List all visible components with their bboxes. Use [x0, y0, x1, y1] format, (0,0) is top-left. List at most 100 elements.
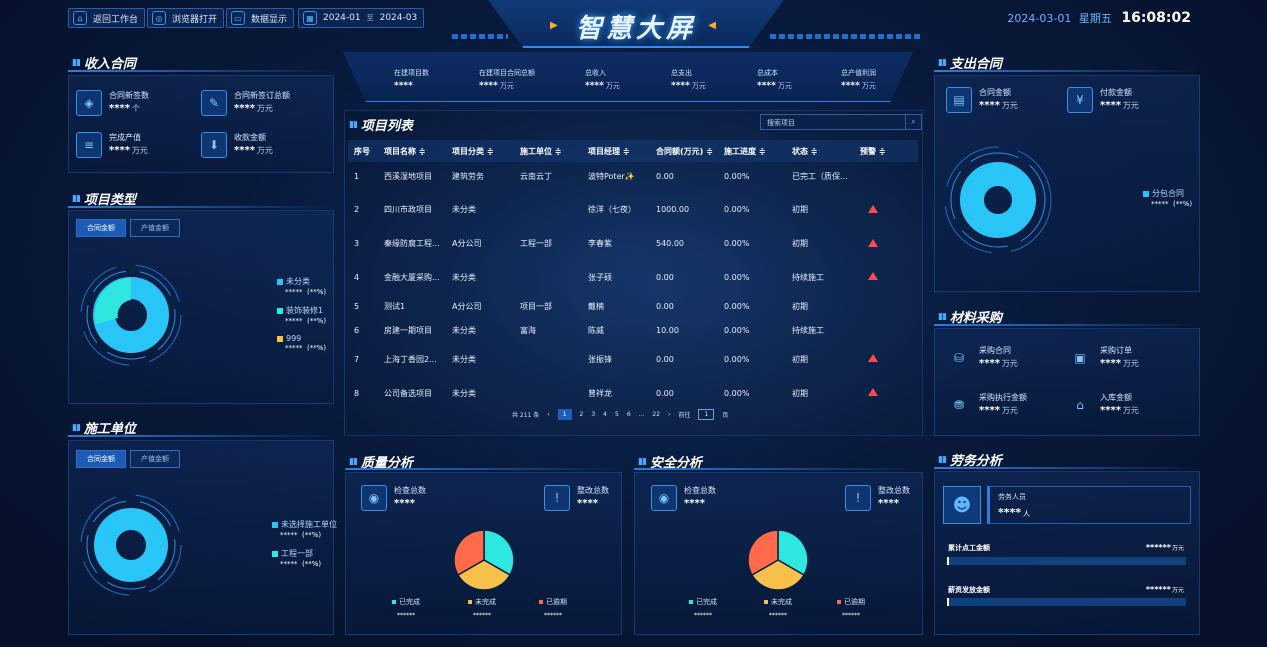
pagination-page[interactable]: 22 [652, 411, 660, 418]
date-range-picker[interactable]: ▦ 2024-01 至 2024-03 [298, 8, 425, 28]
pagination-page[interactable]: 4 [603, 411, 607, 418]
kpi-warehousing-amount: ⌂ 入库金额 **** 万元 [1067, 392, 1139, 418]
pagination-page[interactable]: 6 [627, 411, 631, 418]
current-weekday: 星期五 [1078, 12, 1112, 25]
col-header-manager[interactable]: 项目经理 ≑ [582, 140, 650, 162]
title-marker-icon: ▮▮ [638, 456, 647, 467]
table-row[interactable]: 4 金融大厦采购... 未分类 张子硕 0.00 0.00% 持续施工 [348, 259, 918, 295]
download-icon: ⬇ [201, 132, 227, 158]
kpi-new-contract-count: ◈ 合同新签数 **** 个 [76, 90, 149, 116]
warning-cell [854, 295, 918, 317]
back-to-workbench-label: 返回工作台 [93, 14, 139, 25]
data-display-button[interactable]: ▭ 数据显示 [226, 8, 295, 28]
labor-bar-label: 累计点工金额 [948, 544, 990, 552]
construction-unit-donut-chart [80, 494, 182, 596]
pagination-goto-input[interactable]: 1 [698, 409, 715, 420]
tab-output-amount[interactable]: 产值金额 [130, 450, 180, 468]
date-range-start: 2024-01 [323, 13, 361, 23]
pagination-page[interactable]: 5 [615, 411, 619, 418]
back-to-workbench-button[interactable]: ⌂ 返回工作台 [68, 8, 146, 28]
tab-contract-amount[interactable]: 合同金额 [76, 450, 126, 468]
pagination-page-suffix: 页 [722, 412, 729, 419]
display-icon: ▭ [231, 11, 245, 25]
col-header-unit[interactable]: 施工单位 ≑ [514, 140, 582, 162]
project-list-title: ▮▮ 项目列表 [349, 119, 413, 134]
title-marker-icon: ▮▮ [72, 422, 81, 433]
project-type-donut-chart [80, 264, 182, 366]
current-time: 16:08:02 [1121, 10, 1191, 26]
tab-contract-amount[interactable]: 合同金额 [76, 219, 126, 237]
title-marker-icon: ▮▮ [938, 57, 947, 68]
pagination-page[interactable]: 1 [557, 409, 572, 420]
legend-item: 装饰装修1 ***** (**%) [277, 305, 326, 325]
pagination-prev-button[interactable]: ‹ [547, 411, 549, 418]
pagination-page[interactable]: 3 [591, 411, 595, 418]
construction-unit-legend: 未选择施工单位 ***** (**%) 工程一部 ***** (**%) [272, 519, 337, 577]
project-search-input[interactable]: 搜索项目 ⌕ [760, 114, 922, 130]
kpi-purchase-contract: ⛁ 采购合同 **** 万元 [946, 345, 1018, 371]
quality-pie-chart [453, 529, 515, 591]
col-header-category[interactable]: 项目分类 ≑ [446, 140, 514, 162]
kpi-quality-check-total: ◉ 检查总数 **** [361, 485, 426, 511]
table-row[interactable]: 2 四川市政项目 未分类 徐洋（七夜） 1000.00 0.00% 初期 [348, 191, 918, 228]
table-header-row: 序号 项目名称 ≑ 项目分类 ≑ 施工单位 ≑ 项目经理 ≑ 合同额(万元) ≑… [348, 140, 918, 162]
worker-icon: ☻ [943, 486, 981, 524]
tab-output-amount[interactable]: 产值金额 [130, 219, 180, 237]
kpi-quality-rectify-total: ! 整改总数 **** [544, 485, 609, 511]
kpi-purchase-execution: ⛃ 采购执行金额 **** 万元 [946, 392, 1027, 418]
kpi-safety-check-total: ◉ 检查总数 **** [651, 485, 716, 511]
top-bar: ⌂ 返回工作台 ◎ 浏览器打开 ▭ 数据显示 ▦ 2024-01 至 2024-… [0, 0, 1267, 48]
header-stripes-right [770, 34, 920, 39]
payment-icon: ¥ [1067, 87, 1093, 113]
dashboard-title: 智慧大屏 [575, 14, 696, 44]
table-row[interactable]: 1 西溪湿地项目 建筑劳务 云南云丁 波特Poter✨ 0.00 0.00% 已完工（质保..… [348, 162, 918, 191]
labor-progress-bar [947, 557, 1186, 565]
expense-legend: 分包合同 ***** (**%) [1143, 188, 1192, 217]
labor-progress-bar [947, 598, 1186, 606]
open-in-browser-button[interactable]: ◎ 浏览器打开 [147, 8, 225, 28]
col-header-warning[interactable]: 预警 ≑ [854, 140, 918, 162]
kpi-new-contract-amount: ✎ 合同新签订总额 **** 万元 [201, 90, 290, 116]
summary-stats-bar: 在建项目数 **** 在建项目合同总额 **** 万元 总收入 **** 万元 总支… [343, 52, 913, 102]
date-range-end: 2024-03 [379, 13, 418, 23]
table-row[interactable]: 5 测试1 A分公司 项目一部 戴楠 0.00 0.00% 初期 [348, 295, 918, 317]
legend-item: 未完成 ****** [764, 597, 792, 619]
legend-item: 已完成 ****** [392, 597, 420, 619]
summary-stat: 在建项目数 **** [394, 69, 429, 91]
table-row[interactable]: 6 房建一期项目 未分类 富海 陈威 10.00 0.00% 持续施工 [348, 317, 918, 343]
shield-alert-icon: ! [845, 485, 871, 511]
warning-cell [854, 317, 918, 343]
open-in-browser-label: 浏览器打开 [172, 14, 218, 25]
col-header-name[interactable]: 项目名称 ≑ [378, 140, 446, 162]
search-icon[interactable]: ⌕ [905, 115, 921, 129]
col-header-progress[interactable]: 施工进度 ≑ [718, 140, 786, 162]
inspect-icon: ◉ [651, 485, 677, 511]
purchase-contract-icon: ⛁ [953, 351, 965, 365]
summary-stat: 总支出 **** 万元 [671, 69, 706, 91]
project-type-tabs: 合同金额 产值金额 [76, 219, 184, 237]
contract-icon: ◈ [76, 90, 102, 116]
table-row[interactable]: 7 上海丁香园2... 未分类 张振锋 0.00 0.00% 初期 [348, 343, 918, 375]
donut-slice-decoration [94, 278, 131, 324]
kpi-expense-contract-amount: ▤ 合同金额 **** 万元 [946, 87, 1018, 113]
pagination-goto-label: 前往 [678, 412, 691, 419]
pagination-page[interactable]: 2 [580, 411, 584, 418]
warehouse-icon: ⌂ [1076, 398, 1084, 412]
pagination-next-button[interactable]: › [668, 411, 670, 418]
col-header-amount[interactable]: 合同额(万元) ≑ [650, 140, 718, 162]
title-marker-icon: ▮▮ [938, 454, 947, 465]
donut-slice-unselected-unit [94, 508, 168, 582]
legend-item: 已逾期 ****** [837, 597, 865, 619]
calendar-icon: ▦ [303, 11, 317, 25]
kpi-collected-amount: ⬇ 收款金额 **** 万元 [201, 132, 273, 158]
table-row[interactable]: 3 秦缘防腐工程... A分公司 工程一部 李春紫 540.00 0.00% 初期 [348, 228, 918, 259]
kpi-safety-rectify-total: ! 整改总数 **** [845, 485, 910, 511]
warning-icon [868, 272, 878, 280]
col-header-no: 序号 [348, 140, 378, 162]
labor-bar-label: 薪资发放金额 [948, 586, 990, 594]
table-row[interactable]: 8 公司备选项目 未分类 曾祥龙 0.00 0.00% 初期 [348, 375, 918, 411]
date-range-separator: 至 [366, 14, 374, 22]
legend-item: 999 ***** (**%) [277, 334, 326, 352]
datetime-display: 2024-03-01 星期五 16:08:02 [1007, 10, 1191, 26]
col-header-status[interactable]: 状态 ≑ [786, 140, 854, 162]
